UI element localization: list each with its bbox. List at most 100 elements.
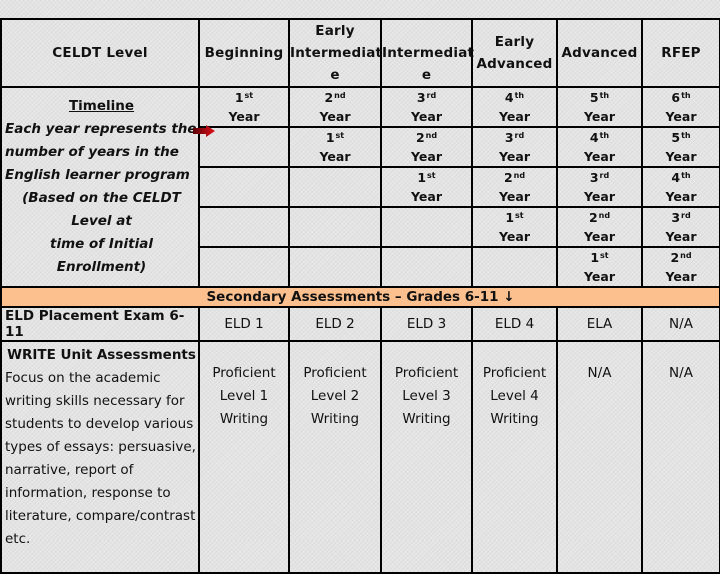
year-cell: 3rd Year xyxy=(556,166,643,208)
level-header: RFEP xyxy=(641,18,720,88)
year-cell xyxy=(288,166,382,208)
year-cell: 2nd Year xyxy=(556,206,643,248)
eld-value: ELA xyxy=(556,306,643,342)
year-cell xyxy=(198,206,290,248)
year-ordinal: 2nd xyxy=(670,250,692,265)
year-label: Year xyxy=(584,149,615,164)
year-label: Year xyxy=(411,109,442,124)
year-label: Year xyxy=(584,109,615,124)
write-assessments-description: WRITE Unit Assessments Focus on the acad… xyxy=(0,340,200,574)
year-ordinal: 2nd xyxy=(588,210,611,225)
year-cell: 2nd Year xyxy=(641,246,720,288)
celdt-level-label: CELDT Level xyxy=(0,18,200,88)
timeline-title: Timeline xyxy=(68,98,135,114)
year-ordinal: 3rd xyxy=(671,210,691,225)
year-cell xyxy=(380,206,473,248)
year-cell: 1st Year xyxy=(288,126,382,168)
year-cell: 1st Year xyxy=(556,246,643,288)
year-ordinal: 2nd xyxy=(503,170,526,185)
year-label: Year xyxy=(319,149,351,164)
write-value: Proficient Level 3 Writing xyxy=(380,340,473,574)
year-label: Year xyxy=(499,229,530,244)
eld-value: ELD 4 xyxy=(471,306,558,342)
eld-placement-row: ELD Placement Exam 6-11 ELD 1 ELD 2 ELD … xyxy=(0,306,720,342)
year-label: Year xyxy=(319,109,351,124)
level-header: Intermediat e xyxy=(380,18,474,88)
year-cell xyxy=(471,246,558,288)
year-cell xyxy=(288,206,382,248)
year-cell: 5th Year xyxy=(556,86,643,128)
year-cell: 1st Year xyxy=(380,166,473,208)
eld-placement-label: ELD Placement Exam 6-11 xyxy=(0,306,200,342)
year-ordinal: 1st xyxy=(417,170,436,185)
write-value: N/A xyxy=(641,340,720,574)
year-ordinal: 2nd xyxy=(324,90,346,105)
year-label: Year xyxy=(665,109,697,124)
year-ordinal: 5th xyxy=(589,90,610,105)
year-label: Year xyxy=(228,109,260,124)
write-value: Proficient Level 4 Writing xyxy=(471,340,558,574)
write-value: Proficient Level 1 Writing xyxy=(198,340,290,574)
year-cell: 5th Year xyxy=(641,126,720,168)
year-ordinal: 5th xyxy=(671,130,691,145)
year-ordinal: 3rd xyxy=(416,90,437,105)
year-label: Year xyxy=(665,269,697,284)
year-ordinal: 1st xyxy=(590,250,609,265)
year-cell xyxy=(380,246,473,288)
year-label: Year xyxy=(499,189,530,204)
write-assessments-row: WRITE Unit Assessments Focus on the acad… xyxy=(0,340,720,574)
year-ordinal: 1st xyxy=(325,130,345,145)
year-ordinal: 4th xyxy=(589,130,610,145)
year-ordinal: 4th xyxy=(671,170,691,185)
level-header: Advanced xyxy=(556,18,643,88)
year-ordinal: 1st xyxy=(505,210,524,225)
year-label: Year xyxy=(665,149,697,164)
year-cell xyxy=(288,246,382,288)
year-cell: 4th Year xyxy=(641,166,720,208)
level-header: Early Advanced xyxy=(471,18,558,88)
write-value: Proficient Level 2 Writing xyxy=(288,340,382,574)
year-ordinal: 3rd xyxy=(589,170,610,185)
year-cell: 2nd Year xyxy=(380,126,473,168)
year-cell: 4th Year xyxy=(556,126,643,168)
year-cell: 4th Year xyxy=(471,86,558,128)
year-ordinal: 6th xyxy=(671,90,691,105)
year-ordinal: 1st xyxy=(234,90,254,105)
celdt-timeline-table: CELDT Level Beginning Early Intermediat e … xyxy=(0,18,720,574)
year-cell: 3rd Year xyxy=(641,206,720,248)
write-value: N/A xyxy=(556,340,643,574)
write-title: WRITE Unit Assessments xyxy=(7,347,196,363)
pointer-arrow-icon xyxy=(193,125,215,137)
year-cell xyxy=(198,246,290,288)
level-header: Early Intermediat e xyxy=(288,18,382,88)
level-header: Beginning xyxy=(198,18,290,88)
year-ordinal: 2nd xyxy=(415,130,438,145)
year-label: Year xyxy=(584,229,615,244)
year-ordinal: 4th xyxy=(504,90,525,105)
year-cell: 2nd Year xyxy=(471,166,558,208)
eld-value: ELD 2 xyxy=(288,306,382,342)
eld-value: N/A xyxy=(641,306,720,342)
year-label: Year xyxy=(584,189,615,204)
year-label: Year xyxy=(665,229,697,244)
year-cell: 6th Year xyxy=(641,86,720,128)
timeline-description: Timeline Each year represents the number… xyxy=(0,86,200,288)
eld-value: ELD 3 xyxy=(380,306,473,342)
band-title: Secondary Assessments – Grades 6-11 xyxy=(206,289,499,305)
year-cell: 3rd Year xyxy=(380,86,473,128)
year-cell: 1st Year xyxy=(471,206,558,248)
year-ordinal: 3rd xyxy=(504,130,525,145)
header-row: CELDT Level Beginning Early Intermediat e … xyxy=(0,18,720,88)
year-cell: 2nd Year xyxy=(288,86,382,128)
year-cell: 1st Year xyxy=(198,86,290,128)
down-arrow-icon: ↓ xyxy=(503,289,515,305)
year-label: Year xyxy=(499,149,530,164)
year-label: Year xyxy=(584,269,615,284)
year-label: Year xyxy=(411,149,442,164)
year-row: Timeline Each year represents the number… xyxy=(0,86,720,288)
year-label: Year xyxy=(411,189,442,204)
year-label: Year xyxy=(499,109,530,124)
year-cell xyxy=(198,166,290,208)
year-label: Year xyxy=(665,189,697,204)
secondary-assessments-band: Secondary Assessments – Grades 6-11 ↓ xyxy=(0,286,720,308)
